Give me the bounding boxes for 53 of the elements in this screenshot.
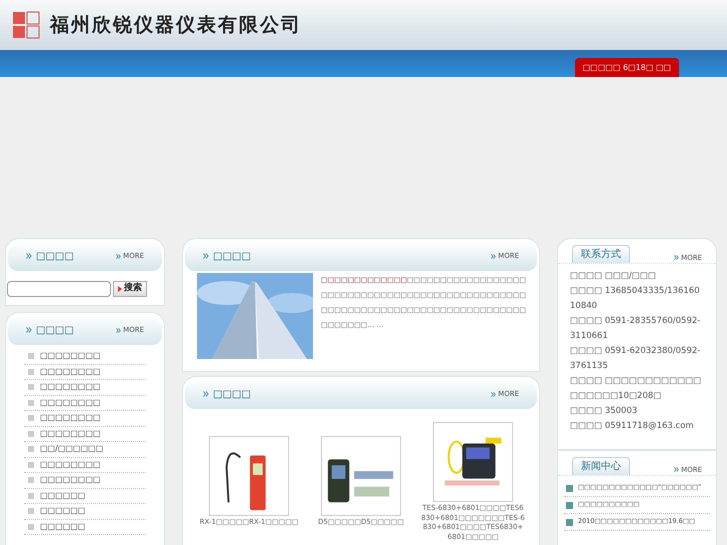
section-title: □□□□	[213, 388, 251, 402]
double-chevron-icon	[26, 327, 32, 333]
category-link[interactable]: □□□□□□	[40, 507, 86, 516]
contact-line: □□□□ □□□/□□□	[570, 270, 657, 283]
contact-line: □□□□ □□□□□□□□□□□□□□□□□□10□208□	[570, 375, 702, 403]
section-tab[interactable]: 新闻中心	[572, 457, 630, 475]
double-chevron-icon	[26, 253, 32, 259]
bullet-icon	[28, 368, 34, 375]
seal-logo-icon	[12, 11, 40, 39]
category-link[interactable]: □□□□□□	[40, 522, 86, 531]
bullet-icon	[28, 400, 34, 406]
bullet-icon	[28, 508, 34, 514]
double-chevron-icon	[491, 392, 496, 396]
category-link[interactable]: □□□□□□□□	[40, 430, 100, 438]
bullet-icon	[28, 353, 34, 360]
bullet-icon	[28, 477, 34, 484]
notice-tab[interactable]: □□□□□ 6□18□ □□	[574, 58, 679, 77]
bullet-icon	[28, 415, 34, 422]
double-chevron-icon	[203, 253, 209, 259]
section-title: □□□□	[36, 250, 74, 264]
category-link[interactable]: □□□□□□□□	[40, 414, 100, 422]
section-title: □□□□	[213, 250, 251, 264]
double-chevron-icon	[116, 328, 122, 332]
double-chevron-icon	[674, 467, 680, 472]
search-field[interactable]	[7, 281, 111, 297]
category-link[interactable]: □□□□□□□□	[40, 460, 100, 469]
category-link[interactable]: □□□□□□□□	[40, 476, 100, 484]
category-link[interactable]: □□□□□□□□	[40, 383, 100, 392]
bullet-icon	[28, 384, 34, 390]
section-tab[interactable]: 联系方式	[572, 245, 630, 263]
category-link[interactable]: □□□□□□□□	[40, 368, 100, 376]
search-button[interactable]: 搜索	[113, 281, 147, 297]
bullet-icon	[28, 430, 34, 437]
double-chevron-icon	[116, 254, 122, 258]
double-chevron-icon	[203, 391, 209, 397]
bullet-icon	[28, 462, 34, 468]
category-link[interactable]: □□□□□□□□	[40, 398, 100, 407]
contact-line: □□□□ 13685043335/13616010840	[570, 285, 701, 313]
double-chevron-icon	[491, 254, 496, 258]
contact-line: □□□□ 350003	[570, 405, 638, 418]
bullet-icon	[28, 492, 34, 499]
double-chevron-icon	[674, 255, 680, 260]
contact-line: □□□□ 0591-28355760/0592-3110661	[570, 315, 702, 343]
company-name: 福州欣锐仪器仪表有限公司	[50, 12, 302, 38]
section-title: □□□□	[36, 324, 74, 338]
category-link[interactable]: □□/□□□□□□	[40, 445, 104, 454]
contact-line: □□□□ 05911718@163.com	[570, 420, 695, 433]
triangle-icon	[118, 286, 122, 292]
bullet-icon	[28, 446, 34, 452]
bullet-icon	[28, 524, 34, 530]
contact-line: □□□□ 0591-62032380/0592-3761135	[570, 345, 702, 373]
category-link[interactable]: □□□□□□□□	[40, 352, 100, 360]
category-link[interactable]: □□□□□□	[40, 492, 86, 500]
